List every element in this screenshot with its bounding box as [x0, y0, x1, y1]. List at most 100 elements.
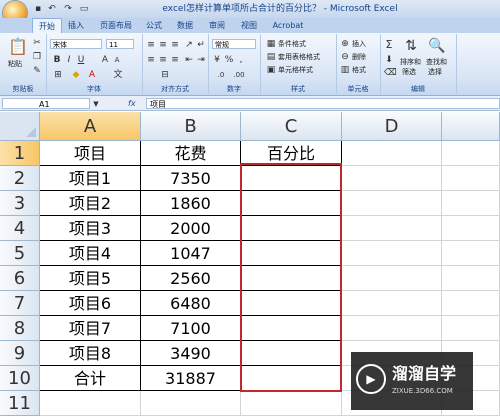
formula-input[interactable]: 项目: [146, 98, 500, 109]
cell-B8[interactable]: 7100: [141, 316, 241, 341]
cell-E3[interactable]: [442, 191, 500, 216]
cell-D8[interactable]: [342, 316, 442, 341]
decrease-indent-icon[interactable]: ⇤: [184, 55, 194, 65]
cell-D2[interactable]: [342, 166, 442, 191]
column-header-d[interactable]: D: [342, 112, 442, 141]
conditional-format-button[interactable]: 条件格式: [278, 40, 334, 49]
increase-decimal-icon[interactable]: .0: [214, 70, 228, 80]
phonetic-icon[interactable]: 文: [112, 70, 124, 80]
cell-B10[interactable]: 31887: [141, 366, 241, 391]
align-middle-icon[interactable]: ≡: [158, 40, 168, 50]
cell-E7[interactable]: [442, 291, 500, 316]
column-header-b[interactable]: B: [141, 112, 241, 141]
cell-styles-button[interactable]: 单元格样式: [278, 66, 334, 75]
cell-B9[interactable]: 3490: [141, 341, 241, 366]
cell-D3[interactable]: [342, 191, 442, 216]
name-box[interactable]: A1: [2, 98, 90, 109]
tab-view[interactable]: 视图: [237, 18, 261, 33]
cell-E4[interactable]: [442, 216, 500, 241]
column-header-a[interactable]: A: [40, 112, 141, 141]
cell-B7[interactable]: 6480: [141, 291, 241, 316]
bold-button[interactable]: B: [52, 55, 62, 65]
fill-color-icon[interactable]: ◆: [70, 70, 82, 80]
cell-D6[interactable]: [342, 266, 442, 291]
column-header-c[interactable]: C: [241, 112, 342, 141]
cell-B11[interactable]: [141, 391, 241, 416]
number-format-select[interactable]: 常规: [212, 39, 256, 49]
align-top-icon[interactable]: ≡: [146, 40, 156, 50]
cell-A3[interactable]: 项目2: [40, 191, 141, 216]
align-right-icon[interactable]: ≡: [170, 55, 180, 65]
cell-B2[interactable]: 7350: [141, 166, 241, 191]
font-size-select[interactable]: 11: [106, 39, 134, 49]
comma-style-icon[interactable]: ,: [236, 55, 246, 65]
find-select-button-line2[interactable]: 选择: [428, 68, 452, 77]
autosum-icon[interactable]: Σ: [384, 39, 394, 50]
row-header-6[interactable]: 6: [0, 266, 40, 291]
cell-B5[interactable]: 1047: [141, 241, 241, 266]
sort-filter-icon[interactable]: ⇅: [402, 38, 420, 54]
cell-A11[interactable]: [40, 391, 141, 416]
paste-icon[interactable]: 📋: [8, 38, 28, 56]
undo-icon[interactable]: ↶: [46, 3, 58, 15]
tab-data[interactable]: 数据: [173, 18, 197, 33]
cell-A10[interactable]: 合计: [40, 366, 141, 391]
row-header-10[interactable]: 10: [0, 366, 40, 391]
paste-button[interactable]: 粘贴: [8, 60, 28, 69]
orientation-icon[interactable]: ↗: [184, 40, 194, 50]
format-button[interactable]: 格式: [352, 66, 378, 75]
open-icon[interactable]: ▭: [78, 3, 90, 15]
fill-icon[interactable]: ⬇: [384, 55, 394, 65]
row-header-7[interactable]: 7: [0, 291, 40, 316]
format-as-table-icon[interactable]: ▤: [266, 52, 276, 62]
row-header-1[interactable]: 1: [0, 141, 40, 166]
shrink-font-button[interactable]: A: [112, 55, 122, 65]
cut-icon[interactable]: ✂: [32, 38, 42, 48]
cell-B4[interactable]: 2000: [141, 216, 241, 241]
merge-center-icon[interactable]: ⊟: [158, 70, 172, 80]
copy-icon[interactable]: ❐: [32, 52, 42, 62]
cell-C11[interactable]: [241, 391, 342, 416]
cell-D1[interactable]: [342, 141, 442, 166]
format-cells-icon[interactable]: ▥: [340, 65, 350, 75]
insert-function-button[interactable]: fx: [128, 98, 144, 109]
tab-acrobat[interactable]: Acrobat: [268, 18, 308, 33]
italic-button[interactable]: I: [64, 55, 74, 65]
cell-E2[interactable]: [442, 166, 500, 191]
row-header-4[interactable]: 4: [0, 216, 40, 241]
sort-filter-button[interactable]: 排序和: [400, 58, 426, 67]
tab-page-layout[interactable]: 页面布局: [96, 18, 136, 33]
currency-icon[interactable]: ¥: [212, 55, 222, 65]
clear-icon[interactable]: ⌫: [384, 68, 397, 78]
format-as-table-button[interactable]: 套用表格格式: [278, 53, 334, 62]
cell-A8[interactable]: 项目7: [40, 316, 141, 341]
save-icon[interactable]: ▪: [32, 3, 44, 15]
align-bottom-icon[interactable]: ≡: [170, 40, 180, 50]
tab-home[interactable]: 开始: [32, 18, 62, 33]
font-family-select[interactable]: 宋体: [50, 39, 102, 49]
insert-cells-icon[interactable]: ⊕: [340, 39, 350, 49]
delete-cells-icon[interactable]: ⊖: [340, 52, 350, 62]
cell-B6[interactable]: 2560: [141, 266, 241, 291]
cell-E8[interactable]: [442, 316, 500, 341]
row-header-3[interactable]: 3: [0, 191, 40, 216]
cell-D7[interactable]: [342, 291, 442, 316]
name-box-dropdown-icon[interactable]: ▼: [92, 99, 100, 109]
increase-indent-icon[interactable]: ⇥: [196, 55, 206, 65]
cell-E1[interactable]: [442, 141, 500, 166]
tab-formulas[interactable]: 公式: [142, 18, 166, 33]
font-color-icon[interactable]: A: [86, 70, 98, 80]
column-header-e[interactable]: [442, 112, 500, 141]
delete-button[interactable]: 删除: [352, 53, 378, 62]
insert-button[interactable]: 插入: [352, 40, 378, 49]
cell-B3[interactable]: 1860: [141, 191, 241, 216]
underline-button[interactable]: U: [76, 55, 86, 65]
row-header-9[interactable]: 9: [0, 341, 40, 366]
tab-review[interactable]: 审阅: [205, 18, 229, 33]
conditional-format-icon[interactable]: ▦: [266, 39, 276, 49]
sort-filter-button-line2[interactable]: 筛选: [402, 68, 426, 77]
cell-A5[interactable]: 项目4: [40, 241, 141, 266]
cell-A1[interactable]: 项目: [40, 141, 141, 166]
cell-E5[interactable]: [442, 241, 500, 266]
cell-styles-icon[interactable]: ▣: [266, 65, 276, 75]
